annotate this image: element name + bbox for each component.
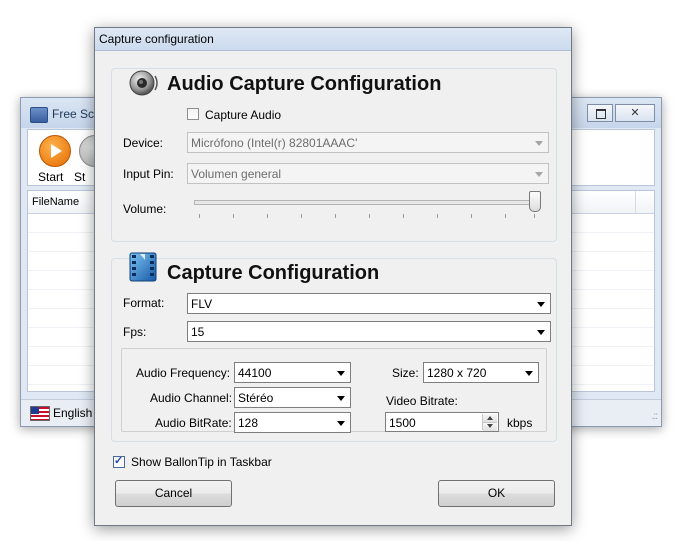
fps-label: Fps: <box>123 325 147 339</box>
device-select[interactable]: Micrófono (Intel(r) 82801AAAC' <box>187 132 549 153</box>
ok-button[interactable]: OK <box>438 480 555 507</box>
start-button[interactable]: Start <box>30 133 71 184</box>
record-start-icon <box>39 135 71 167</box>
audio-channel-value: Stéréo <box>238 391 274 405</box>
capture-audio-checkbox[interactable] <box>187 108 199 120</box>
video-bitrate-unit: kbps <box>507 416 533 430</box>
audio-bitrate-label: Audio BitRate: <box>155 416 232 430</box>
column-filename[interactable]: FileName <box>32 196 79 208</box>
speaker-icon <box>129 70 158 96</box>
chevron-down-icon <box>535 172 543 177</box>
video-film-icon <box>129 252 157 282</box>
format-value: FLV <box>191 297 213 311</box>
cancel-button[interactable]: Cancel <box>115 480 232 507</box>
audio-bitrate-select[interactable]: 128 <box>234 412 351 433</box>
chevron-down-icon <box>337 396 345 401</box>
volume-label: Volume: <box>123 202 167 216</box>
stop-button[interactable]: St <box>70 133 96 181</box>
volume-slider-thumb[interactable] <box>529 191 541 212</box>
audio-frequency-label: Audio Frequency: <box>136 366 231 380</box>
stepper-up-icon[interactable] <box>483 414 497 422</box>
input-pin-label: Input Pin: <box>123 167 174 181</box>
format-label: Format: <box>123 296 165 310</box>
audio-frequency-select[interactable]: 44100 <box>234 362 351 383</box>
input-pin-select[interactable]: Volumen general <box>187 163 549 184</box>
fps-value: 15 <box>191 325 205 339</box>
video-bitrate-label: Video Bitrate: <box>386 394 458 408</box>
format-select[interactable]: FLV <box>187 293 551 314</box>
chevron-down-icon <box>337 421 345 426</box>
chevron-down-icon <box>525 371 533 376</box>
audio-frequency-value: 44100 <box>238 366 272 380</box>
close-button[interactable] <box>615 104 655 122</box>
capture-configuration-dialog: Capture configuration Audio Capture Conf… <box>94 27 572 526</box>
capture-section-title: Capture Configuration <box>167 262 380 284</box>
show-balloontip-label[interactable]: Show BallonTip in Taskbar <box>131 455 272 469</box>
audio-channel-label: Audio Channel: <box>150 391 233 405</box>
main-window-title: Free Scr <box>52 107 99 121</box>
video-bitrate-stepper[interactable] <box>482 414 497 431</box>
start-label: Start <box>38 170 64 184</box>
audio-section-title: Audio Capture Configuration <box>167 73 442 95</box>
capture-audio-label[interactable]: Capture Audio <box>205 108 281 122</box>
dialog-title: Capture configuration <box>99 32 214 46</box>
audio-channel-select[interactable]: Stéréo <box>234 387 351 408</box>
device-value: Micrófono (Intel(r) 82801AAAC' <box>191 136 358 150</box>
size-label: Size: <box>392 366 419 380</box>
us-flag-icon <box>30 406 50 421</box>
show-balloontip-checkbox[interactable] <box>113 454 125 468</box>
fps-select[interactable]: 15 <box>187 321 551 342</box>
audio-bitrate-value: 128 <box>238 416 259 430</box>
chevron-down-icon <box>337 371 345 376</box>
stop-label: St <box>74 170 86 181</box>
chevron-down-icon <box>537 302 545 307</box>
chevron-down-icon <box>535 141 543 146</box>
chevron-down-icon <box>537 330 545 335</box>
size-value: 1280 x 720 <box>427 366 487 380</box>
language-label[interactable]: English <box>53 406 92 420</box>
dialog-titlebar[interactable]: Capture configuration <box>95 28 571 51</box>
device-label: Device: <box>123 136 164 150</box>
app-icon <box>30 107 48 123</box>
input-pin-value: Volumen general <box>191 167 282 181</box>
stepper-down-icon[interactable] <box>483 422 497 431</box>
window-controls <box>585 104 655 122</box>
volume-slider-track[interactable] <box>194 200 541 205</box>
video-bitrate-value: 1500 <box>389 416 416 430</box>
restore-button[interactable] <box>587 104 613 122</box>
resize-grip-icon[interactable]: .:: <box>652 411 658 422</box>
size-select[interactable]: 1280 x 720 <box>423 362 539 383</box>
video-bitrate-input[interactable]: 1500 <box>385 412 499 432</box>
